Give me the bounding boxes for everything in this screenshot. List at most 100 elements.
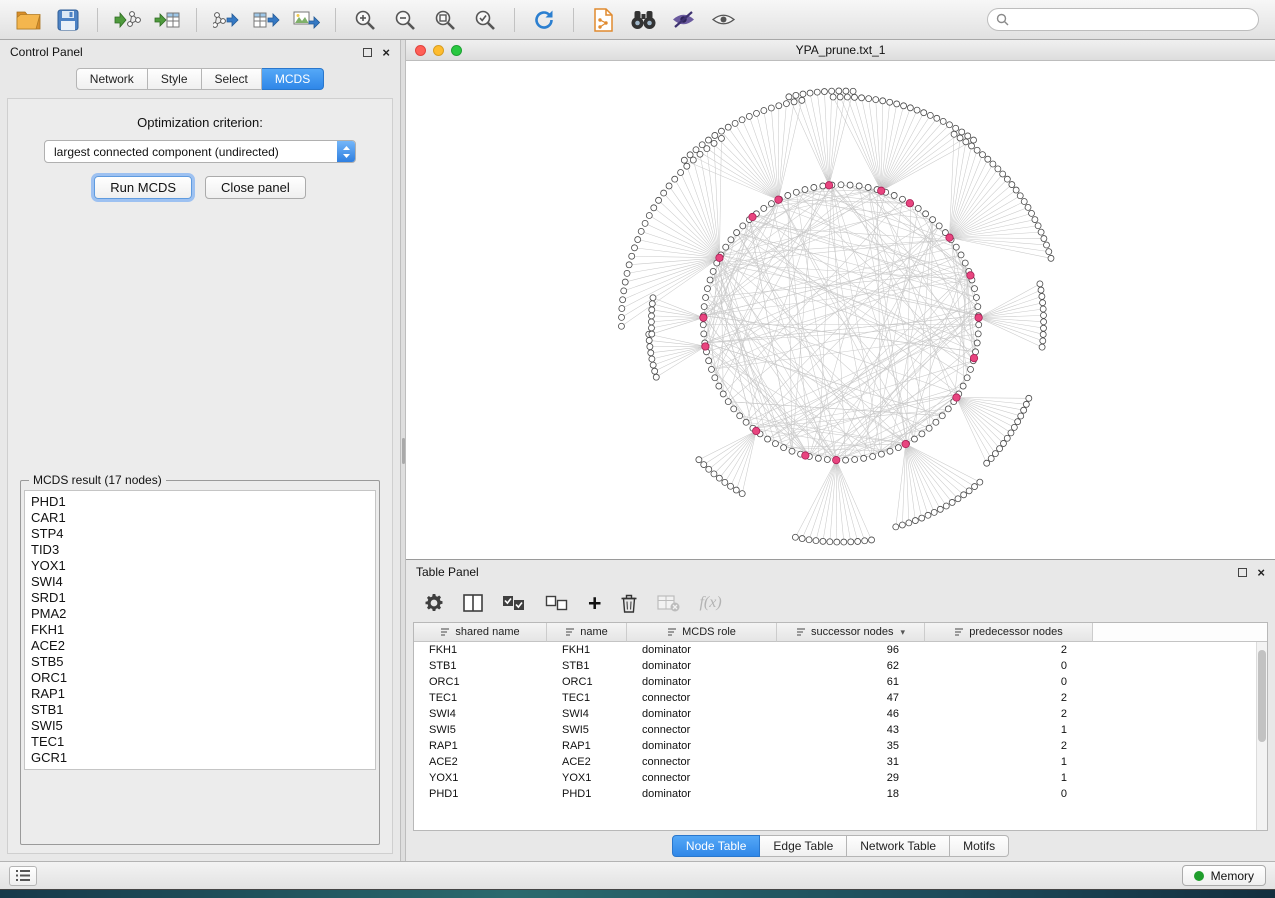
memory-button[interactable]: Memory bbox=[1182, 865, 1266, 886]
toolbar-separator bbox=[196, 8, 197, 32]
show-all-button[interactable] bbox=[705, 5, 741, 35]
optimization-criterion-label: Optimization criterion: bbox=[8, 115, 392, 130]
mcds-result-item[interactable]: ORC1 bbox=[31, 670, 369, 686]
window-minimize-button[interactable] bbox=[433, 45, 444, 56]
table-row[interactable]: TEC1TEC1connector472 bbox=[414, 690, 1267, 706]
close-table-panel-icon[interactable]: × bbox=[1257, 566, 1265, 579]
mcds-result-item[interactable]: SWI4 bbox=[31, 574, 369, 590]
table-row[interactable]: PHD1PHD1dominator180 bbox=[414, 786, 1267, 802]
export-image-button[interactable] bbox=[288, 5, 324, 35]
zoom-out-button[interactable] bbox=[387, 5, 423, 35]
mcds-result-item[interactable]: FKH1 bbox=[31, 622, 369, 638]
table-cell: 29 bbox=[777, 772, 925, 784]
mcds-result-item[interactable]: RAP1 bbox=[31, 686, 369, 702]
optimization-criterion-select[interactable]: largest connected component (undirected) bbox=[44, 140, 356, 163]
apply-layout-button[interactable] bbox=[526, 5, 562, 35]
table-row[interactable]: SWI5SWI5connector431 bbox=[414, 722, 1267, 738]
tab-edge-table[interactable]: Edge Table bbox=[760, 835, 847, 857]
table-cell: 1 bbox=[925, 772, 1093, 784]
zoom-fit-button[interactable] bbox=[427, 5, 463, 35]
table-row[interactable]: RAP1RAP1dominator352 bbox=[414, 738, 1267, 754]
network-canvas[interactable] bbox=[406, 61, 1275, 559]
mcds-result-item[interactable]: TEC1 bbox=[31, 734, 369, 750]
table-scrollbar[interactable] bbox=[1256, 642, 1267, 830]
divider-handle-icon[interactable] bbox=[402, 438, 405, 464]
main-area: Control Panel × Network Style Select MCD… bbox=[0, 40, 1275, 861]
tab-motifs[interactable]: Motifs bbox=[950, 835, 1009, 857]
column-header-shared-name[interactable]: shared name bbox=[414, 623, 547, 642]
search-input[interactable] bbox=[1015, 13, 1250, 27]
mcds-result-item[interactable]: PMA2 bbox=[31, 606, 369, 622]
import-table-button[interactable] bbox=[149, 5, 185, 35]
select-all-rows-button[interactable] bbox=[502, 595, 526, 612]
panel-divider[interactable] bbox=[400, 40, 406, 861]
window-close-button[interactable] bbox=[415, 45, 426, 56]
column-visibility-button[interactable] bbox=[463, 594, 483, 612]
tab-node-table[interactable]: Node Table bbox=[672, 835, 761, 857]
tab-style[interactable]: Style bbox=[148, 68, 202, 90]
control-panel-title: Control Panel bbox=[10, 45, 83, 59]
clone-network-button[interactable] bbox=[585, 5, 621, 35]
delete-table-button[interactable] bbox=[657, 595, 680, 612]
delete-column-button[interactable] bbox=[620, 593, 638, 613]
column-header-predecessor-nodes[interactable]: predecessor nodes bbox=[925, 623, 1093, 642]
column-header-name[interactable]: name bbox=[547, 623, 627, 642]
run-mcds-button[interactable]: Run MCDS bbox=[94, 176, 192, 199]
mcds-result-item[interactable]: STB5 bbox=[31, 654, 369, 670]
mcds-result-item[interactable]: STP4 bbox=[31, 526, 369, 542]
network-title: YPA_prune.txt_1 bbox=[406, 43, 1275, 57]
export-network-button[interactable] bbox=[208, 5, 244, 35]
float-panel-icon[interactable] bbox=[363, 48, 372, 57]
mcds-result-item[interactable]: GCR1 bbox=[31, 750, 369, 766]
mcds-result-item[interactable]: SRD1 bbox=[31, 590, 369, 606]
save-session-button[interactable] bbox=[50, 5, 86, 35]
toolbar-separator bbox=[335, 8, 336, 32]
create-column-button[interactable]: + bbox=[588, 592, 601, 615]
table-cell: TEC1 bbox=[547, 692, 627, 704]
mcds-result-item[interactable]: CAR1 bbox=[31, 510, 369, 526]
mcds-result-list[interactable]: PHD1CAR1STP4TID3YOX1SWI4SRD1PMA2FKH1ACE2… bbox=[24, 490, 376, 770]
mcds-result-item[interactable]: SWI5 bbox=[31, 718, 369, 734]
scrollbar-thumb[interactable] bbox=[1258, 650, 1266, 742]
table-cell: dominator bbox=[627, 740, 777, 752]
close-mcds-panel-button[interactable]: Close panel bbox=[205, 176, 306, 199]
table-row[interactable]: YOX1YOX1connector291 bbox=[414, 770, 1267, 786]
status-menu-button[interactable] bbox=[9, 866, 37, 886]
table-row[interactable]: ACE2ACE2connector311 bbox=[414, 754, 1267, 770]
mcds-result-item[interactable]: PHD1 bbox=[31, 494, 369, 510]
export-table-button[interactable] bbox=[248, 5, 284, 35]
table-mode-gear-button[interactable] bbox=[424, 593, 444, 613]
open-file-button[interactable] bbox=[10, 5, 46, 35]
table-cell: dominator bbox=[627, 660, 777, 672]
table-row[interactable]: STB1STB1dominator620 bbox=[414, 658, 1267, 674]
sort-arrow-icon: ▾ bbox=[901, 627, 906, 638]
column-header-mcds-role[interactable]: MCDS role bbox=[627, 623, 777, 642]
zoom-selected-button[interactable] bbox=[467, 5, 503, 35]
delete-table-icon bbox=[657, 595, 680, 612]
mcds-result-item[interactable]: STB1 bbox=[31, 702, 369, 718]
zoom-in-button[interactable] bbox=[347, 5, 383, 35]
function-builder-button[interactable]: f(x) bbox=[699, 594, 721, 612]
table-cell: 2 bbox=[925, 740, 1093, 752]
search-box[interactable] bbox=[987, 8, 1259, 31]
hide-selected-button[interactable] bbox=[665, 5, 701, 35]
close-panel-icon[interactable]: × bbox=[382, 46, 390, 59]
tab-select[interactable]: Select bbox=[202, 68, 262, 90]
tab-network[interactable]: Network bbox=[76, 68, 148, 90]
window-zoom-button[interactable] bbox=[451, 45, 462, 56]
mcds-result-item[interactable]: TID3 bbox=[31, 542, 369, 558]
mcds-result-item[interactable]: YOX1 bbox=[31, 558, 369, 574]
column-header-successor-nodes[interactable]: successor nodes ▾ bbox=[777, 623, 925, 642]
tab-network-table[interactable]: Network Table bbox=[847, 835, 950, 857]
deselect-all-rows-button[interactable] bbox=[545, 595, 569, 612]
float-table-panel-icon[interactable] bbox=[1238, 568, 1247, 577]
import-network-button[interactable] bbox=[109, 5, 145, 35]
table-cell: dominator bbox=[627, 676, 777, 688]
first-neighbors-button[interactable] bbox=[625, 5, 661, 35]
tab-mcds[interactable]: MCDS bbox=[262, 68, 324, 90]
columns-icon bbox=[463, 594, 483, 612]
table-row[interactable]: FKH1FKH1dominator962 bbox=[414, 642, 1267, 658]
table-row[interactable]: SWI4SWI4dominator462 bbox=[414, 706, 1267, 722]
mcds-result-item[interactable]: ACE2 bbox=[31, 638, 369, 654]
table-row[interactable]: ORC1ORC1dominator610 bbox=[414, 674, 1267, 690]
